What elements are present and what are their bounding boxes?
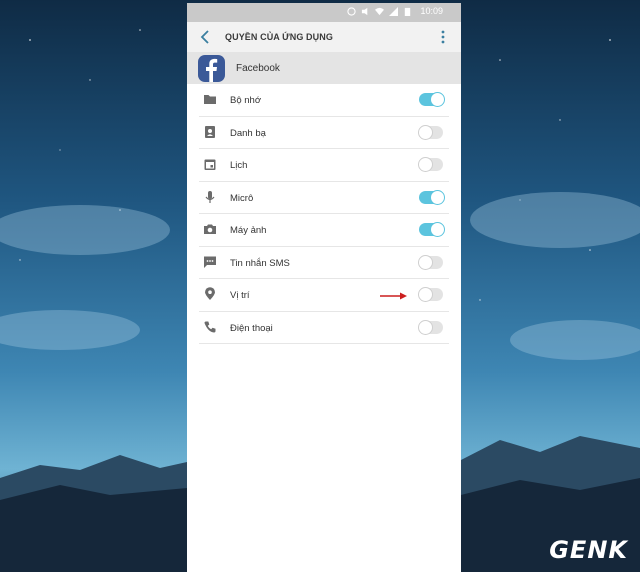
more-options-icon[interactable] <box>439 29 447 45</box>
red-arrow-annotation <box>380 292 407 300</box>
toggle-switch[interactable] <box>418 319 443 335</box>
phone-screen: 10:09 QUYỀN CỦA ỨNG DỤNG Facebook Bộ nhớ… <box>187 3 461 572</box>
wifi-icon <box>375 7 385 15</box>
page-title: QUYỀN CỦA ỨNG DỤNG <box>225 32 333 42</box>
toggle-knob <box>418 319 433 335</box>
permission-row-sms[interactable]: Tin nhắn SMS <box>199 247 449 279</box>
empty-list-area <box>187 344 461 572</box>
permission-row-storage[interactable]: Bộ nhớ <box>199 84 449 117</box>
toggle-switch[interactable] <box>419 189 445 205</box>
permission-label: Tin nhắn SMS <box>230 257 290 269</box>
permission-row-location[interactable]: Vị trí <box>199 279 449 312</box>
permission-label: Bộ nhớ <box>230 95 262 106</box>
app-bar: QUYỀN CỦA ỨNG DỤNG <box>187 22 461 52</box>
back-arrow-icon[interactable] <box>197 28 213 46</box>
permission-label: Điện thoại <box>230 322 273 334</box>
genk-watermark: GENK <box>549 536 628 564</box>
permission-label: Micrô <box>230 192 254 204</box>
toggle-switch[interactable] <box>418 124 443 140</box>
permission-row-contacts[interactable]: Danh bạ <box>199 117 449 149</box>
toggle-knob <box>418 287 433 302</box>
folder-icon <box>204 95 216 104</box>
toggle-knob <box>418 254 433 270</box>
toggle-switch[interactable] <box>419 92 445 107</box>
camera-icon <box>204 224 216 234</box>
permission-label: Danh bạ <box>230 127 266 139</box>
microphone-icon <box>205 190 215 203</box>
facebook-app-icon <box>198 55 225 82</box>
status-icons: 10:09 <box>347 6 443 16</box>
mute-icon <box>362 7 368 15</box>
app-name: Facebook <box>236 63 280 74</box>
permission-row-camera[interactable]: Máy ảnh <box>199 214 449 247</box>
permission-row-calendar[interactable]: Lịch <box>199 149 449 182</box>
location-icon <box>205 287 215 300</box>
alarm-icon <box>347 6 357 16</box>
permission-label: Máy ảnh <box>230 225 267 236</box>
toggle-knob <box>418 124 433 140</box>
toggle-switch[interactable] <box>418 287 443 302</box>
phone-icon <box>204 321 216 332</box>
permission-label: Lịch <box>230 160 248 171</box>
toggle-switch[interactable] <box>418 157 443 172</box>
toggle-knob <box>430 92 445 107</box>
contacts-icon <box>205 125 215 138</box>
permission-list: Bộ nhớ Danh bạ Lịch Micrô Máy ảnh Tin nh… <box>187 84 461 344</box>
signal-icon <box>389 6 399 16</box>
permission-row-phone[interactable]: Điện thoại <box>199 312 449 344</box>
toggle-knob <box>430 222 445 237</box>
calendar-icon <box>204 159 216 170</box>
toggle-switch[interactable] <box>418 254 443 270</box>
status-bar: 10:09 <box>187 3 461 22</box>
battery-icon <box>405 7 411 16</box>
toggle-knob <box>418 157 433 172</box>
sms-icon <box>204 256 216 268</box>
permission-label: Vị trí <box>230 290 250 301</box>
status-time: 10:09 <box>420 6 443 16</box>
toggle-switch[interactable] <box>419 222 445 237</box>
toggle-knob <box>430 189 445 205</box>
permission-row-microphone[interactable]: Micrô <box>199 182 449 214</box>
app-header: Facebook <box>187 52 461 84</box>
